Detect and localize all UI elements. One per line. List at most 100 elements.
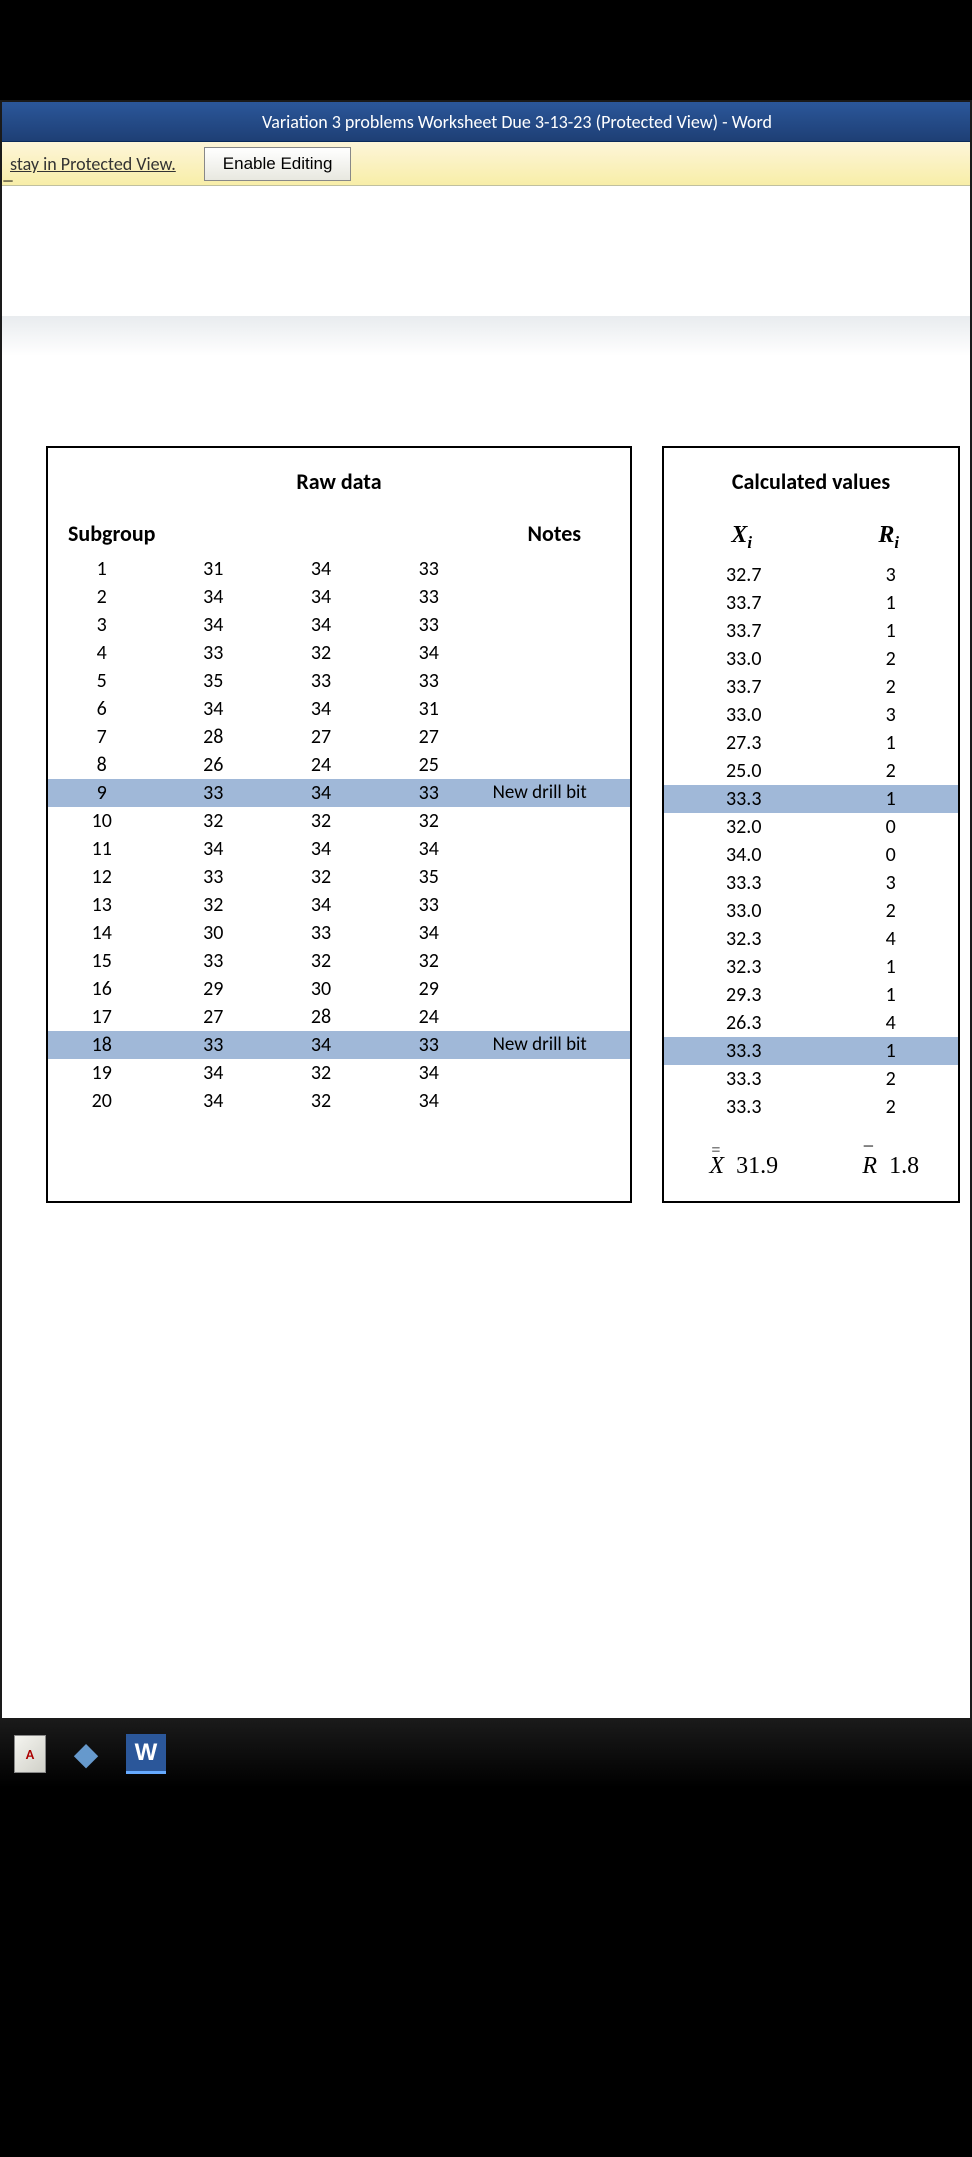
subgroup-num: 19 bbox=[48, 1059, 159, 1087]
r-val: 4 bbox=[823, 925, 958, 953]
table-row: 27.31 bbox=[664, 729, 958, 757]
table-row: 10323232 bbox=[48, 807, 630, 835]
subgroup-num: 14 bbox=[48, 919, 159, 947]
table-row: 3343433 bbox=[48, 611, 630, 639]
stay-protected-link[interactable]: stay in Protected View. bbox=[10, 153, 176, 175]
r-val: 2 bbox=[823, 757, 958, 785]
raw-val: 34 bbox=[375, 1087, 483, 1115]
raw-val: 34 bbox=[375, 639, 483, 667]
r-val: 0 bbox=[823, 813, 958, 841]
raw-val: 33 bbox=[159, 947, 267, 975]
xbar-val: 33.3 bbox=[664, 1037, 823, 1065]
raw-val: 32 bbox=[267, 863, 375, 891]
calculated-values-table-box: Calculated values Xi Ri 32.7333.7133.713… bbox=[662, 446, 960, 1203]
document-area[interactable]: Raw data Subgroup Notes 1313433234343333… bbox=[2, 186, 970, 1718]
raw-title: Raw data bbox=[48, 448, 630, 506]
notes-cell bbox=[483, 835, 630, 863]
raw-val: 34 bbox=[267, 583, 375, 611]
notes-cell bbox=[483, 751, 630, 779]
r-val: 1 bbox=[823, 1037, 958, 1065]
raw-val: 24 bbox=[267, 751, 375, 779]
table-row: 32.00 bbox=[664, 813, 958, 841]
taskbar-folder-icon[interactable]: ◆ bbox=[64, 1732, 108, 1776]
raw-val: 34 bbox=[375, 835, 483, 863]
notes-cell bbox=[483, 611, 630, 639]
xbar-val: 33.3 bbox=[664, 785, 823, 813]
raw-val: 35 bbox=[375, 863, 483, 891]
xbar-val: 33.3 bbox=[664, 1093, 823, 1121]
raw-val: 33 bbox=[159, 639, 267, 667]
notes-cell bbox=[483, 891, 630, 919]
raw-val: 30 bbox=[267, 975, 375, 1003]
subgroup-num: 4 bbox=[48, 639, 159, 667]
enable-editing-button[interactable]: Enable Editing bbox=[204, 147, 352, 181]
subgroup-num: 16 bbox=[48, 975, 159, 1003]
r-val: 1 bbox=[823, 981, 958, 1009]
table-row: 18333433New drill bit bbox=[48, 1031, 630, 1059]
subgroup-num: 2 bbox=[48, 583, 159, 611]
raw-val: 34 bbox=[159, 1087, 267, 1115]
table-row: 19343234 bbox=[48, 1059, 630, 1087]
raw-val: 32 bbox=[375, 807, 483, 835]
xbar-val: 33.0 bbox=[664, 645, 823, 673]
r-val: 2 bbox=[823, 645, 958, 673]
r-val: 4 bbox=[823, 1009, 958, 1037]
r-val: 1 bbox=[823, 785, 958, 813]
table-row: 7282727 bbox=[48, 723, 630, 751]
notes-cell bbox=[483, 1003, 630, 1031]
raw-val: 33 bbox=[375, 779, 483, 807]
raw-val: 34 bbox=[375, 919, 483, 947]
subgroup-num: 20 bbox=[48, 1087, 159, 1115]
raw-val: 34 bbox=[267, 835, 375, 863]
xbar-val: 33.0 bbox=[664, 897, 823, 925]
subgroup-num: 10 bbox=[48, 807, 159, 835]
notes-cell bbox=[483, 639, 630, 667]
table-row: 32.31 bbox=[664, 953, 958, 981]
xbar-val: 26.3 bbox=[664, 1009, 823, 1037]
raw-data-table-box: Raw data Subgroup Notes 1313433234343333… bbox=[46, 446, 632, 1203]
raw-val: 34 bbox=[267, 555, 375, 583]
table-row: 33.02 bbox=[664, 897, 958, 925]
xdoublebar-cell: X 31.9 bbox=[664, 1121, 823, 1201]
table-row: 11343434 bbox=[48, 835, 630, 863]
raw-val: 33 bbox=[375, 891, 483, 919]
raw-val: 32 bbox=[159, 807, 267, 835]
r-val: 3 bbox=[823, 701, 958, 729]
subgroup-num: 6 bbox=[48, 695, 159, 723]
raw-val: 27 bbox=[375, 723, 483, 751]
xbar-val: 32.3 bbox=[664, 925, 823, 953]
xbar-val: 25.0 bbox=[664, 757, 823, 785]
raw-val: 30 bbox=[159, 919, 267, 947]
raw-val: 32 bbox=[267, 1087, 375, 1115]
r-val: 1 bbox=[823, 589, 958, 617]
table-row: 29.31 bbox=[664, 981, 958, 1009]
subgroup-num: 12 bbox=[48, 863, 159, 891]
raw-val: 32 bbox=[159, 891, 267, 919]
raw-val: 33 bbox=[375, 611, 483, 639]
table-row: 16293029 bbox=[48, 975, 630, 1003]
table-row: 20343234 bbox=[48, 1087, 630, 1115]
table-row: 5353333 bbox=[48, 667, 630, 695]
raw-val: 27 bbox=[159, 1003, 267, 1031]
raw-val: 32 bbox=[267, 947, 375, 975]
table-row: 17272824 bbox=[48, 1003, 630, 1031]
notes-cell bbox=[483, 583, 630, 611]
xbar-val: 33.7 bbox=[664, 673, 823, 701]
notes-cell: New drill bit bbox=[483, 779, 630, 807]
tables-container: Raw data Subgroup Notes 1313433234343333… bbox=[46, 446, 960, 1203]
page-shadow bbox=[2, 316, 970, 356]
xbar-val: 33.7 bbox=[664, 589, 823, 617]
raw-val: 33 bbox=[375, 667, 483, 695]
subgroup-num: 8 bbox=[48, 751, 159, 779]
raw-val: 34 bbox=[267, 695, 375, 723]
raw-val: 32 bbox=[267, 1059, 375, 1087]
taskbar-word-icon[interactable]: W bbox=[126, 1734, 166, 1774]
table-row: 33.33 bbox=[664, 869, 958, 897]
taskbar[interactable]: A ◆ W bbox=[0, 1720, 972, 1788]
table-row: 33.31 bbox=[664, 1037, 958, 1065]
notes-cell bbox=[483, 723, 630, 751]
raw-val: 28 bbox=[267, 1003, 375, 1031]
table-row: 33.03 bbox=[664, 701, 958, 729]
table-row: 26.34 bbox=[664, 1009, 958, 1037]
taskbar-doc-icon[interactable]: A bbox=[14, 1735, 46, 1773]
